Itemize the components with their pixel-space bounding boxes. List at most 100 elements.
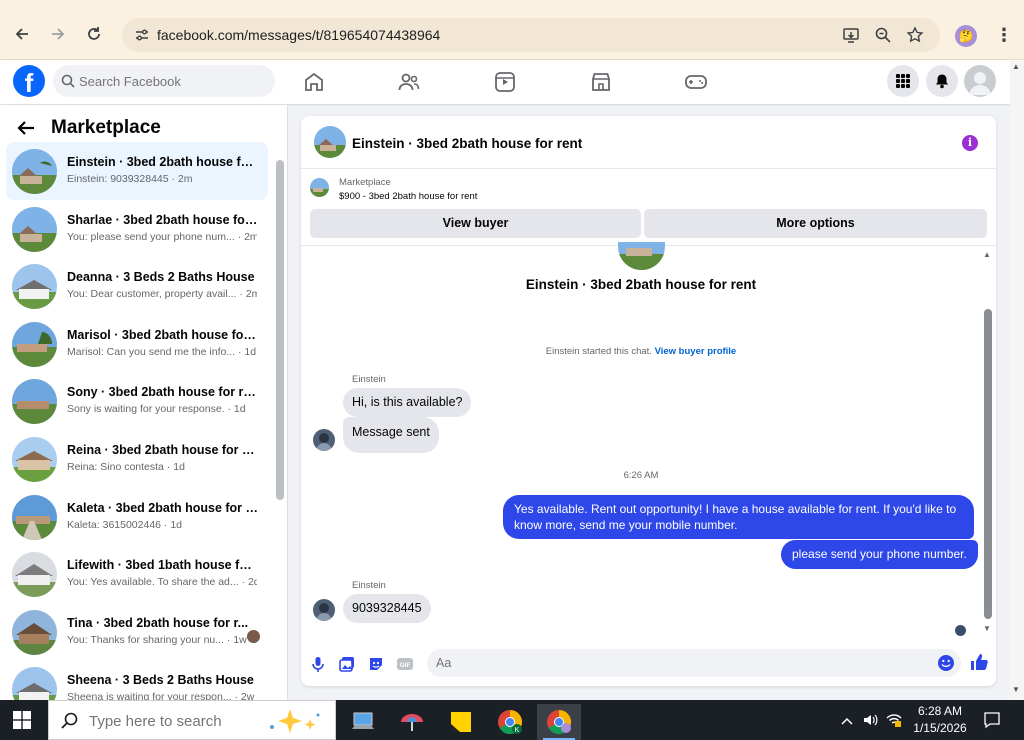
- sidebar-scrollbar[interactable]: [276, 160, 284, 500]
- facebook-search[interactable]: [53, 65, 275, 97]
- back-arrow-icon[interactable]: [10, 22, 34, 46]
- conversation-preview: Reina: Sino contesta · 1d: [67, 460, 185, 473]
- forward-arrow-icon[interactable]: [46, 22, 70, 46]
- search-input[interactable]: [79, 65, 269, 97]
- listing-thumbnail: [310, 178, 329, 197]
- info-icon[interactable]: i: [962, 135, 978, 151]
- conversation-item[interactable]: Lifewith · 3bed 1bath house for ... You:…: [6, 545, 268, 603]
- taskbar-search[interactable]: [48, 700, 336, 740]
- notification-center-icon[interactable]: [983, 711, 1001, 729]
- conversation-item[interactable]: Sharlae · 3bed 2bath house for ... You: …: [6, 200, 268, 258]
- grid-icon: [896, 74, 910, 88]
- view-buyer-button[interactable]: View buyer: [310, 209, 641, 238]
- microphone-icon[interactable]: [309, 655, 327, 673]
- photo-icon[interactable]: [338, 655, 356, 673]
- conversation-item[interactable]: Marisol · 3bed 2bath house for ... Maris…: [6, 315, 268, 373]
- reload-icon[interactable]: [82, 22, 106, 46]
- message-timestamp: 6:26 AM: [623, 470, 659, 481]
- incoming-message[interactable]: Message sent: [343, 417, 439, 453]
- sidebar-header: Marketplace: [15, 115, 161, 141]
- conversation-item[interactable]: Deanna · 3 Beds 2 Baths House You: Dear …: [6, 257, 268, 315]
- message-input[interactable]: [427, 649, 961, 677]
- chat-title[interactable]: Einstein · 3bed 2bath house for rent: [352, 136, 582, 151]
- conversation-item[interactable]: Kaleta · 3bed 2bath house for r... Kalet…: [6, 488, 268, 546]
- home-icon[interactable]: [302, 70, 326, 94]
- more-options-button[interactable]: More options: [644, 209, 987, 238]
- taskbar-app-umbrella[interactable]: [390, 704, 434, 740]
- incoming-message[interactable]: 9039328445: [343, 594, 431, 623]
- url-text[interactable]: facebook.com/messages/t/819654074438964: [157, 27, 440, 43]
- conversation-name: Sony · 3bed 2bath house for rent: [67, 385, 259, 400]
- taskbar-app-chrome[interactable]: K: [488, 704, 532, 740]
- windows-start-icon[interactable]: [13, 711, 31, 729]
- chevron-up-icon[interactable]: [839, 714, 855, 730]
- friends-icon[interactable]: [397, 70, 421, 94]
- chat-avatar[interactable]: [314, 126, 346, 158]
- back-arrow-icon[interactable]: [15, 117, 37, 139]
- zoom-icon[interactable]: [874, 26, 892, 44]
- scroll-down-arrow-icon[interactable]: ▼: [983, 624, 991, 633]
- outgoing-message[interactable]: please send your phone number.: [781, 540, 978, 569]
- svg-text:K: K: [515, 727, 520, 734]
- taskbar-app-pc[interactable]: [341, 704, 385, 740]
- browser-profile-avatar[interactable]: 🤔: [955, 25, 977, 47]
- conversation-name: Kaleta · 3bed 2bath house for r...: [67, 500, 259, 515]
- facebook-logo-icon[interactable]: f: [13, 65, 45, 97]
- chrome-icon: [547, 710, 572, 735]
- chat-started-text: Einstein started this chat.: [545, 346, 652, 357]
- gaming-icon[interactable]: [684, 70, 708, 94]
- marketplace-listing-bar: Marketplace $900 - 3bed 2bath house for …: [301, 170, 996, 246]
- browser-menu-icon[interactable]: ⋮: [995, 24, 1013, 46]
- sender-name: Einstein: [352, 580, 386, 591]
- conversation-item[interactable]: Einstein · 3bed 2bath house for ... Eins…: [6, 142, 268, 200]
- page-scrollbar[interactable]: ▲ ▼: [1010, 60, 1024, 700]
- conversation-item[interactable]: Sheena · 3 Beds 2 Baths House Sheena is …: [6, 660, 268, 700]
- listing-price-title[interactable]: $900 - 3bed 2bath house for rent: [339, 191, 477, 202]
- incoming-message[interactable]: Hi, is this available?: [343, 388, 472, 417]
- read-receipt-avatar: [955, 625, 966, 636]
- notifications-button[interactable]: [926, 65, 958, 97]
- conversation-preview: Sheena is waiting for your respon... · 2…: [67, 691, 255, 700]
- conversation-preview: You: Dear customer, property avail... · …: [67, 288, 257, 301]
- conversation-preview: You: Thanks for sharing your nu... · 1w: [67, 633, 247, 646]
- volume-icon[interactable]: [862, 712, 878, 728]
- outgoing-message[interactable]: Yes available. Rent out opportunity! I h…: [503, 495, 974, 539]
- conversation-item[interactable]: Sony · 3bed 2bath house for rent Sony is…: [6, 372, 268, 430]
- address-bar[interactable]: facebook.com/messages/t/819654074438964: [122, 18, 940, 52]
- sender-avatar[interactable]: [313, 429, 335, 451]
- view-buyer-profile-link[interactable]: View buyer profile: [655, 346, 737, 357]
- page-scroll-down-icon[interactable]: ▼: [1012, 685, 1020, 694]
- page-scroll-up-icon[interactable]: ▲: [1012, 62, 1020, 71]
- sticker-icon[interactable]: [367, 655, 385, 673]
- conversation-name: Tina · 3bed 2bath house for r...: [67, 615, 249, 630]
- taskbar-app-chrome-active[interactable]: [537, 704, 581, 740]
- sticky-notes-icon: [451, 712, 471, 732]
- sidebar-title: Marketplace: [51, 117, 161, 138]
- taskbar-app-sticky-notes[interactable]: [439, 704, 483, 740]
- bookmark-star-icon[interactable]: [906, 26, 924, 44]
- conversation-item[interactable]: Reina · 3bed 2bath house for rent Reina:…: [6, 430, 268, 488]
- account-avatar[interactable]: [964, 65, 996, 97]
- conversation-preview: Kaleta: 3615002446 · 1d: [67, 518, 183, 531]
- marketplace-icon[interactable]: [589, 70, 613, 94]
- chat-scrollbar[interactable]: [984, 309, 992, 619]
- network-icon[interactable]: [886, 712, 902, 728]
- scroll-up-arrow-icon[interactable]: ▲: [983, 250, 991, 259]
- emoji-icon[interactable]: [937, 654, 955, 672]
- clock-time: 6:28 AM: [917, 704, 963, 718]
- listing-thumbnail: [12, 494, 57, 540]
- video-icon[interactable]: [493, 70, 517, 94]
- sender-avatar[interactable]: [313, 599, 335, 621]
- sender-name: Einstein: [352, 374, 386, 385]
- conversation-preview: Einstein: 9039328445 · 2m: [67, 173, 193, 185]
- search-icon: [61, 712, 78, 729]
- thumbs-up-icon[interactable]: [969, 652, 989, 672]
- conversation-name: Deanna · 3 Beds 2 Baths House: [67, 270, 255, 285]
- taskbar-clock[interactable]: 6:28 AM 1/15/2026: [905, 703, 975, 737]
- install-app-icon[interactable]: [842, 26, 860, 44]
- gif-icon[interactable]: GIF: [396, 655, 414, 673]
- conversation-item[interactable]: Tina · 3bed 2bath house for r... You: Th…: [6, 603, 268, 661]
- site-settings-icon[interactable]: [134, 27, 150, 43]
- menu-grid-button[interactable]: [887, 65, 919, 97]
- taskbar-search-input[interactable]: [89, 710, 279, 732]
